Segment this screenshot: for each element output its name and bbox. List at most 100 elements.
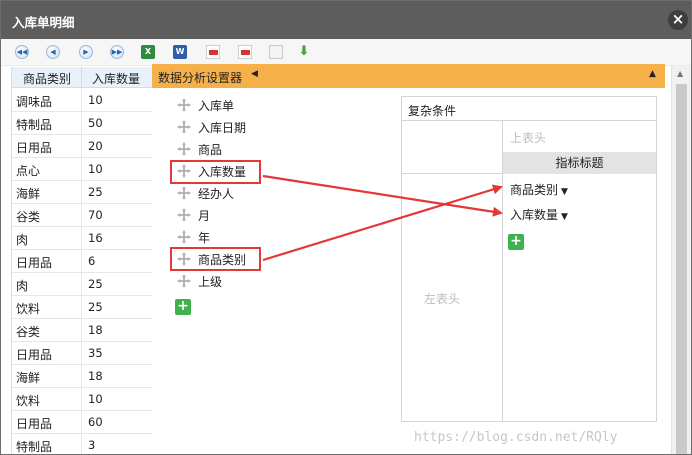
cell-quantity: 50 xyxy=(88,116,103,130)
word-icon[interactable]: W xyxy=(173,45,187,59)
table-row[interactable]: 饮料 25 xyxy=(12,296,152,319)
field-label: 年 xyxy=(198,231,211,245)
complex-conditions-box: 复杂条件 上表头 指标标题 左表头 商品类别 ▼ 入库数量 ▼ + xyxy=(401,96,657,422)
window-title: 入库单明细 xyxy=(12,15,75,30)
download-icon[interactable]: ⬇ xyxy=(297,45,311,59)
column-header-category[interactable]: 商品类别 xyxy=(23,70,71,87)
cell-quantity: 10 xyxy=(88,162,103,176)
top-header-drop-zone[interactable]: 上表头 xyxy=(510,129,546,146)
cell-quantity: 10 xyxy=(88,93,103,107)
cell-quantity: 16 xyxy=(88,231,103,245)
cell-category: 海鲜 xyxy=(16,187,41,201)
cell-quantity: 18 xyxy=(88,323,103,337)
cell-category: 日用品 xyxy=(16,348,53,362)
cell-quantity: 25 xyxy=(88,185,103,199)
prev-page-icon[interactable]: ◀ xyxy=(46,45,60,59)
analysis-panel-header[interactable]: 数据分析设置器 ◀ ▲ xyxy=(152,64,665,88)
pdf-icon[interactable] xyxy=(206,45,220,59)
cell-quantity: 18 xyxy=(88,369,103,383)
toolbar: ◀◀ ◀ ▶ ▶▶ X W ⬇ xyxy=(1,39,691,66)
vertical-scrollbar[interactable]: ▲ xyxy=(671,66,691,454)
watermark: https://blog.csdn.net/RQly xyxy=(414,430,618,445)
conditions-title: 复杂条件 xyxy=(408,104,457,118)
dropdown-icon[interactable]: ▼ xyxy=(561,212,568,222)
metric-item-category[interactable]: 商品类别 ▼ xyxy=(510,181,568,198)
table-row[interactable]: 日用品 6 xyxy=(12,250,152,273)
first-page-icon[interactable]: ◀◀ xyxy=(15,45,29,59)
field-label: 商品 xyxy=(198,143,223,157)
field-label: 入库单 xyxy=(198,99,235,113)
cell-quantity: 20 xyxy=(88,139,103,153)
add-metric-button[interactable]: + xyxy=(508,234,524,250)
table-row[interactable]: 点心 10 xyxy=(12,158,152,181)
next-page-icon[interactable]: ▶ xyxy=(79,45,93,59)
title-bar: 入库单明细 × xyxy=(1,1,691,39)
metric-item-quantity[interactable]: 入库数量 ▼ xyxy=(510,206,568,223)
cell-category: 日用品 xyxy=(16,141,53,155)
cell-quantity: 70 xyxy=(88,208,103,222)
field-label: 上级 xyxy=(198,275,223,289)
drag-handle-icon[interactable] xyxy=(177,120,191,134)
scroll-up-icon[interactable]: ▲ xyxy=(677,69,683,78)
caret-left-icon[interactable]: ◀ xyxy=(251,69,258,79)
table-row[interactable]: 谷类 18 xyxy=(12,319,152,342)
table-row[interactable]: 海鲜 25 xyxy=(12,181,152,204)
table-row[interactable]: 日用品 35 xyxy=(12,342,152,365)
cell-category: 调味品 xyxy=(16,95,53,109)
left-header-drop-zone[interactable]: 左表头 xyxy=(424,290,460,307)
cell-quantity: 35 xyxy=(88,346,103,360)
table-row[interactable]: 肉 16 xyxy=(12,227,152,250)
dropdown-icon[interactable]: ▼ xyxy=(561,187,568,197)
drag-handle-icon[interactable] xyxy=(177,208,191,222)
dialog-window: 入库单明细 × ◀◀ ◀ ▶ ▶▶ X W ⬇ 商品类别 入库数量 调味品 10 特… xyxy=(0,0,692,455)
cell-category: 特制品 xyxy=(16,118,53,132)
table-row[interactable]: 海鲜 18 xyxy=(12,365,152,388)
cell-category: 日用品 xyxy=(16,417,53,431)
highlight-box xyxy=(170,247,261,271)
drag-handle-icon[interactable] xyxy=(177,186,191,200)
last-page-icon[interactable]: ▶▶ xyxy=(110,45,124,59)
field-label: 经办人 xyxy=(198,187,235,201)
table-row[interactable]: 谷类 70 xyxy=(12,204,152,227)
drag-handle-icon[interactable] xyxy=(177,230,191,244)
scroll-thumb[interactable] xyxy=(676,84,687,454)
cell-category: 点心 xyxy=(16,164,41,178)
drag-handle-icon[interactable] xyxy=(177,98,191,112)
cell-category: 谷类 xyxy=(16,325,41,339)
cell-category: 饮料 xyxy=(16,394,41,408)
cell-category: 肉 xyxy=(16,233,29,247)
close-icon[interactable]: × xyxy=(668,10,688,30)
cell-quantity: 6 xyxy=(88,254,96,268)
table-row[interactable]: 特制品 3 xyxy=(12,434,152,454)
cell-category: 特制品 xyxy=(16,440,53,454)
cell-quantity: 3 xyxy=(88,438,96,452)
panel-title: 数据分析设置器 xyxy=(158,71,243,85)
data-grid: 商品类别 入库数量 调味品 10 特制品 50 日用品 20 点心 10 海鲜 25 谷类 70 肉 16… xyxy=(11,67,152,454)
pdf-icon[interactable] xyxy=(238,45,252,59)
drag-handle-icon[interactable] xyxy=(177,142,191,156)
cell-category: 肉 xyxy=(16,279,29,293)
cell-category: 日用品 xyxy=(16,256,53,270)
highlight-box xyxy=(170,160,261,184)
column-header-quantity[interactable]: 入库数量 xyxy=(92,70,140,87)
cell-category: 海鲜 xyxy=(16,371,41,385)
add-field-button[interactable]: + xyxy=(175,299,191,315)
table-row[interactable]: 肉 25 xyxy=(12,273,152,296)
table-row[interactable]: 调味品 10 xyxy=(12,89,152,112)
cell-category: 饮料 xyxy=(16,302,41,316)
cell-quantity: 25 xyxy=(88,300,103,314)
table-row[interactable]: 饮料 10 xyxy=(12,388,152,411)
document-icon[interactable] xyxy=(269,45,283,59)
excel-icon[interactable]: X xyxy=(141,45,155,59)
metric-title-header: 指标标题 xyxy=(503,152,656,174)
drag-handle-icon[interactable] xyxy=(177,274,191,288)
collapse-icon[interactable]: ▲ xyxy=(649,69,656,79)
table-row[interactable]: 日用品 60 xyxy=(12,411,152,434)
cell-quantity: 60 xyxy=(88,415,103,429)
table-row[interactable]: 特制品 50 xyxy=(12,112,152,135)
field-label: 入库日期 xyxy=(198,121,247,135)
field-label: 月 xyxy=(198,209,211,223)
table-row[interactable]: 日用品 20 xyxy=(12,135,152,158)
cell-category: 谷类 xyxy=(16,210,41,224)
grid-header: 商品类别 入库数量 xyxy=(12,67,152,88)
